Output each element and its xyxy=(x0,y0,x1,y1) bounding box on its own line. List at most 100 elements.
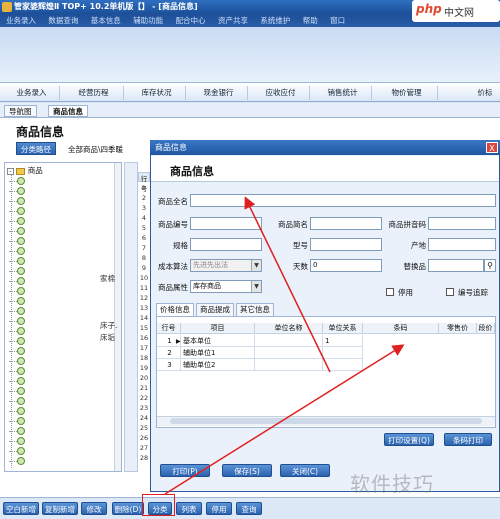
tree-item[interactable] xyxy=(9,437,29,446)
tree-item[interactable] xyxy=(9,217,29,226)
close-icon[interactable]: X xyxy=(486,142,498,153)
save-button[interactable]: 保存(S) xyxy=(222,464,272,477)
module-tab[interactable]: 库存状况 xyxy=(128,86,186,100)
tree-item[interactable] xyxy=(9,407,29,416)
origin-input[interactable] xyxy=(428,238,496,251)
tree-item[interactable] xyxy=(9,277,29,286)
print-button[interactable]: 打印(P) xyxy=(160,464,210,477)
tree-item[interactable] xyxy=(9,357,29,366)
menu-item[interactable]: 配合中心 xyxy=(176,16,206,25)
delete-button[interactable]: 删除(D) xyxy=(112,502,144,515)
tree-connector xyxy=(9,441,17,442)
tab-navigation[interactable]: 导航图 xyxy=(4,105,37,117)
tab-price-info[interactable]: 价格信息 xyxy=(156,303,194,316)
grid-cell-unit[interactable] xyxy=(255,335,323,347)
tree-item[interactable] xyxy=(9,387,29,396)
disable-button[interactable]: 停用 xyxy=(206,502,232,515)
menu-item[interactable]: 系统维护 xyxy=(260,16,290,25)
menu-item[interactable]: 辅助功能 xyxy=(133,16,163,25)
tree-item[interactable] xyxy=(9,447,29,456)
tree-item[interactable] xyxy=(9,347,29,356)
property-select[interactable]: 库存商品 ▼ xyxy=(190,280,262,293)
module-tab[interactable]: 应收应付 xyxy=(252,86,310,100)
substitute-input[interactable] xyxy=(428,259,484,272)
copy-new-button[interactable]: 复制新增 xyxy=(42,502,78,515)
tree-item[interactable] xyxy=(9,207,29,216)
tree-item[interactable] xyxy=(9,327,29,336)
tree-item[interactable] xyxy=(9,297,29,306)
grid-cell-item[interactable]: 基本单位 xyxy=(181,335,255,347)
serial-checkbox[interactable] xyxy=(446,288,454,296)
scroll-thumb[interactable] xyxy=(170,418,482,424)
tree-root[interactable]: - 商品 xyxy=(7,165,43,176)
disabled-checkbox[interactable] xyxy=(386,288,394,296)
collapse-icon[interactable]: - xyxy=(7,168,14,175)
category-tree[interactable]: - 商品 xyxy=(4,162,122,472)
module-tab[interactable]: 经营历程 xyxy=(64,86,124,100)
tree-item[interactable] xyxy=(9,377,29,386)
edit-button[interactable]: 修改 xyxy=(81,502,107,515)
category-path-button[interactable]: 分类路径 xyxy=(16,142,56,155)
menu-item[interactable]: 数据查询 xyxy=(48,16,78,25)
query-button[interactable]: 查询 xyxy=(236,502,262,515)
row-number: 11 xyxy=(139,284,149,292)
tree-item[interactable] xyxy=(9,457,29,466)
model-input[interactable] xyxy=(310,238,382,251)
module-tab[interactable]: 物价管理 xyxy=(376,86,438,100)
pinyin-input[interactable] xyxy=(428,217,496,230)
list-button[interactable]: 列表 xyxy=(176,502,202,515)
short-name-input[interactable] xyxy=(310,217,382,230)
module-tab[interactable]: 价标 xyxy=(470,86,500,100)
tree-item[interactable] xyxy=(9,397,29,406)
code-input[interactable] xyxy=(190,217,262,230)
barcode-print-button[interactable]: 条码打印 xyxy=(444,433,492,446)
tree-item[interactable] xyxy=(9,337,29,346)
grid-cell-item[interactable]: 辅助单位2 xyxy=(181,359,255,371)
splitter[interactable] xyxy=(124,162,138,472)
tree-item[interactable] xyxy=(9,417,29,426)
tree-item[interactable] xyxy=(9,287,29,296)
chevron-down-icon[interactable]: ▼ xyxy=(251,281,261,292)
close-button[interactable]: 关闭(C) xyxy=(280,464,330,477)
tree-item[interactable] xyxy=(9,247,29,256)
tree-item[interactable] xyxy=(9,177,29,186)
grid-cell-unit[interactable] xyxy=(255,347,323,359)
tab-product-info[interactable]: 商品信息 xyxy=(48,105,88,117)
spec-input[interactable] xyxy=(190,238,262,251)
menu-item[interactable]: 窗口 xyxy=(330,16,345,25)
grid-cell-ratio[interactable] xyxy=(323,347,363,359)
menu-item[interactable]: 帮助 xyxy=(303,16,318,25)
tree-item[interactable] xyxy=(9,197,29,206)
tree-connector xyxy=(9,381,17,382)
tab-other-info[interactable]: 其它信息 xyxy=(236,303,274,316)
cost-method-select[interactable]: 先进先出法 ▼ xyxy=(190,259,262,272)
chevron-down-icon[interactable]: ▼ xyxy=(251,260,261,271)
tree-scrollbar[interactable] xyxy=(114,163,121,471)
full-name-input[interactable] xyxy=(190,194,496,207)
tree-item[interactable] xyxy=(9,227,29,236)
grid-cell-ratio[interactable] xyxy=(323,359,363,371)
grid-cell-item[interactable]: 辅助单位1 xyxy=(181,347,255,359)
tab-commission[interactable]: 商品提成 xyxy=(196,303,234,316)
module-tab[interactable]: 业务录入 xyxy=(4,86,60,100)
grid-cell-unit[interactable] xyxy=(255,359,323,371)
blank-new-button[interactable]: 空白新增 xyxy=(3,502,39,515)
tree-item[interactable] xyxy=(9,267,29,276)
tree-item[interactable] xyxy=(9,237,29,246)
menu-item[interactable]: 资产共享 xyxy=(218,16,248,25)
tree-item[interactable] xyxy=(9,307,29,316)
menu-item[interactable]: 基本信息 xyxy=(91,16,121,25)
module-tab[interactable]: 销售统计 xyxy=(314,86,372,100)
tree-item[interactable] xyxy=(9,257,29,266)
search-icon[interactable]: ⚲ xyxy=(484,259,496,272)
print-settings-button[interactable]: 打印设置(Q) xyxy=(384,433,434,446)
tree-item[interactable] xyxy=(9,367,29,376)
row-pointer-icon: ▶ xyxy=(176,338,181,345)
days-input[interactable]: 0 xyxy=(310,259,382,272)
tree-item[interactable] xyxy=(9,317,29,326)
tree-item[interactable] xyxy=(9,427,29,436)
module-tab[interactable]: 现金银行 xyxy=(190,86,248,100)
tree-item[interactable] xyxy=(9,187,29,196)
menu-item[interactable]: 业务录入 xyxy=(6,16,36,25)
grid-cell-ratio[interactable]: 1 xyxy=(323,335,363,347)
